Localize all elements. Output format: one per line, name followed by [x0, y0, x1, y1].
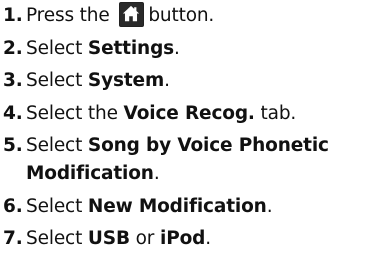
- step-number: 3.: [3, 70, 23, 91]
- menu-item-name: New Modification: [87, 195, 267, 217]
- instruction-steps: 1. Press the button. 2. Select Settings.…: [0, 0, 374, 253]
- step-7: 7. Select USB or iPod.: [3, 225, 374, 253]
- step-4: 4. Select the Voice Recog. tab.: [3, 100, 374, 128]
- step-number: 6.: [3, 195, 23, 217]
- tab-name: Voice Recog.: [123, 102, 255, 124]
- step-text: Select: [26, 228, 88, 249]
- step-5: 5. Select Song by Voice Phonetic Modific…: [3, 132, 371, 188]
- step-number: 1.: [3, 5, 23, 26]
- home-icon: [119, 2, 145, 27]
- step-text-mid: or: [129, 228, 160, 249]
- step-text-end: .: [153, 163, 160, 184]
- step-number: 4.: [3, 102, 23, 124]
- source-ipod: iPod: [160, 228, 206, 249]
- step-6: 6. Select New Modification.: [3, 193, 374, 221]
- step-text-end: button.: [148, 5, 215, 26]
- step-2: 2. Select Settings.: [3, 35, 374, 63]
- step-text: Select the: [26, 102, 124, 124]
- step-text: Select: [26, 37, 88, 59]
- source-usb: USB: [87, 228, 130, 249]
- step-text: Select: [26, 70, 88, 91]
- step-text: Select: [26, 135, 88, 156]
- step-number: 2.: [3, 37, 23, 59]
- menu-item-name: System: [87, 70, 165, 91]
- step-1: 1. Press the button.: [3, 2, 374, 30]
- step-text-end: tab.: [254, 102, 297, 124]
- step-text: Select: [26, 195, 88, 217]
- step-text-end: .: [205, 228, 211, 249]
- step-text-end: .: [164, 70, 170, 91]
- menu-item-name: Settings: [87, 37, 175, 59]
- step-number: 7.: [3, 228, 23, 249]
- step-3: 3. Select System.: [3, 67, 374, 95]
- step-text: Press the: [26, 5, 116, 26]
- step-text-end: .: [174, 37, 180, 59]
- step-text-end: .: [266, 195, 273, 217]
- step-number: 5.: [3, 135, 23, 156]
